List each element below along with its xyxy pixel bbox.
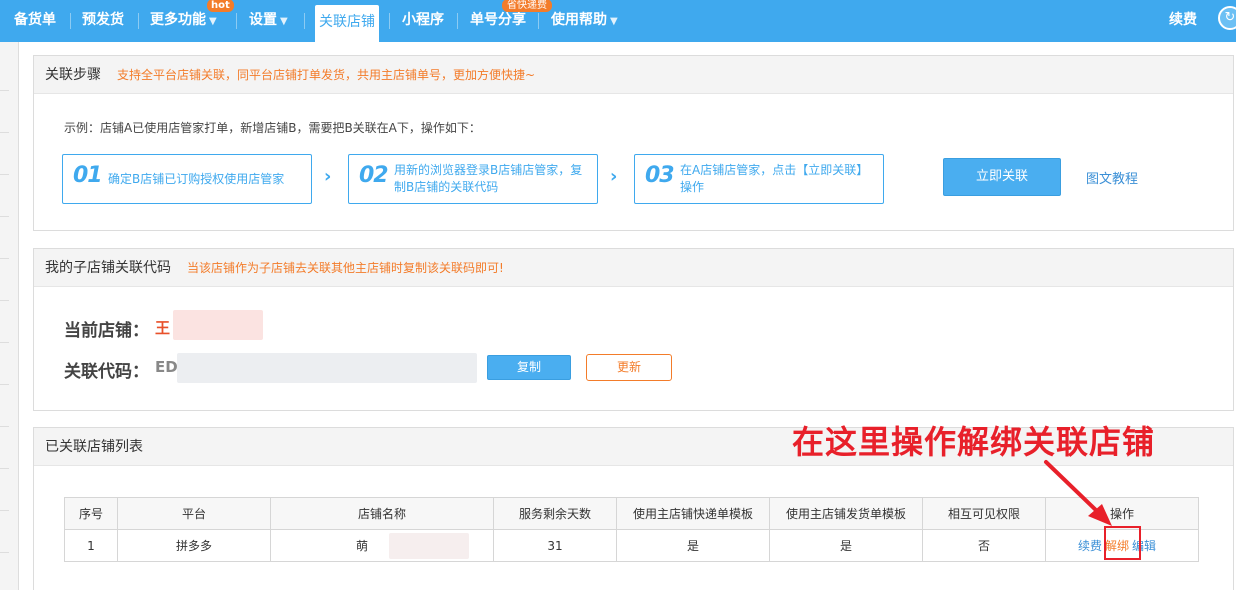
link-code-value: ED: [155, 358, 178, 376]
col-shipping-template: 使用主店铺发货单模板: [769, 497, 923, 530]
cell-days-left: 31: [493, 529, 617, 562]
step-text: 确定B店铺已订购授权使用店管家: [108, 171, 285, 186]
nav-item-pre-ship[interactable]: 预发货: [82, 0, 124, 42]
chevron-right-icon: ›: [324, 166, 332, 187]
nav-label: 设置: [249, 12, 277, 28]
step-card-1: 01 确定B店铺已订购授权使用店管家: [62, 154, 312, 204]
cell-index: 1: [64, 529, 118, 562]
step-text: 用新的浏览器登录B店铺店管家，复制B店铺的关联代码: [394, 163, 583, 194]
step-number: 02: [359, 163, 389, 188]
nav-label: 单号分享: [470, 12, 526, 28]
link-code-label: 关联代码：: [64, 362, 149, 382]
step-text: 在A店铺店管家，点击【立即关联】操作: [680, 163, 869, 194]
nav-item-mini-program[interactable]: 小程序: [402, 0, 444, 42]
tutorial-link[interactable]: 图文教程: [1086, 168, 1138, 187]
my-link-code-panel: 我的子店铺关联代码 当该店铺作为子店铺去关联其他主店铺时复制该关联码即可! 当前店…: [33, 248, 1234, 411]
nav-separator: [138, 13, 139, 29]
update-button[interactable]: 更新: [586, 354, 672, 381]
current-store-value: 王: [155, 319, 171, 337]
nav-item-stock-list[interactable]: 备货单: [14, 0, 56, 42]
col-days-left: 服务剩余天数: [493, 497, 617, 530]
save-fee-badge: 省快递费: [502, 0, 552, 12]
cell-platform: 拼多多: [117, 529, 271, 562]
nav-renew[interactable]: 续费: [1169, 0, 1197, 42]
link-steps-panel: 关联步骤 支持全平台店铺关联，同平台店铺打单发货，共用主店铺单号，更加方便快捷~ …: [33, 55, 1234, 231]
nav-item-linked-stores[interactable]: 关联店铺: [315, 5, 379, 42]
cell-shipping-template: 是: [769, 529, 923, 562]
cell-express-template: 是: [616, 529, 770, 562]
col-store-name: 店铺名称: [270, 497, 494, 530]
left-sidebar-edge: [0, 42, 19, 590]
nav-separator: [457, 13, 458, 29]
nav-label: 预发货: [82, 12, 124, 28]
annotation-arrow-icon: [1044, 460, 1112, 526]
nav-label: 使用帮助: [551, 12, 607, 28]
table-row: 1 拼多多 萌 31 是 是 否 续费 解绑 编辑: [64, 529, 1199, 562]
col-index: 序号: [64, 497, 118, 530]
unbind-highlight-box: [1104, 526, 1141, 560]
refresh-icon[interactable]: ↻: [1218, 6, 1236, 30]
chevron-down-icon: ▼: [280, 16, 288, 27]
current-store-label: 当前店铺：: [64, 321, 149, 341]
top-nav-bar: 备货单 预发货 更多功能 ▼ hot 设置 ▼ 关联店铺 小程序 单号分享 省快递费…: [0, 0, 1236, 42]
nav-label: 备货单: [14, 12, 56, 28]
redacted-link-code: [177, 353, 477, 383]
panel-header: 我的子店铺关联代码 当该店铺作为子店铺去关联其他主店铺时复制该关联码即可!: [34, 249, 1233, 287]
nav-separator: [236, 13, 237, 29]
link-now-button[interactable]: 立即关联: [943, 158, 1061, 196]
redacted-store-name: [389, 533, 469, 559]
redacted-store-name: [173, 310, 263, 340]
nav-label: 小程序: [402, 12, 444, 28]
panel-header: 关联步骤 支持全平台店铺关联，同平台店铺打单发货，共用主店铺单号，更加方便快捷~: [34, 56, 1233, 94]
step-card-2: 02 用新的浏览器登录B店铺店管家，复制B店铺的关联代码: [348, 154, 598, 204]
nav-separator: [389, 13, 390, 29]
cell-store-name: 萌: [270, 529, 494, 562]
nav-separator: [538, 13, 539, 29]
panel-hint: 当该店铺作为子店铺去关联其他主店铺时复制该关联码即可!: [187, 261, 504, 275]
renew-link[interactable]: 续费: [1078, 539, 1102, 553]
nav-item-help[interactable]: 使用帮助 ▼: [551, 0, 618, 42]
nav-separator: [70, 13, 71, 29]
nav-item-settings[interactable]: 设置 ▼: [249, 0, 288, 42]
col-platform: 平台: [117, 497, 271, 530]
panel-title: 我的子店铺关联代码: [45, 260, 171, 276]
panel-title: 已关联店铺列表: [45, 439, 143, 455]
panel-title: 关联步骤: [45, 67, 101, 83]
table-header-row: 序号 平台 店铺名称 服务剩余天数 使用主店铺快递单模板 使用主店铺发货单模板 …: [64, 497, 1199, 530]
store-name-text: 萌: [355, 539, 368, 553]
col-visibility: 相互可见权限: [922, 497, 1046, 530]
panel-hint: 支持全平台店铺关联，同平台店铺打单发货，共用主店铺单号，更加方便快捷~: [117, 68, 536, 82]
hot-badge: hot: [207, 0, 234, 12]
step-card-3: 03 在A店铺店管家，点击【立即关联】操作: [634, 154, 884, 204]
nav-label: 更多功能: [150, 12, 206, 28]
step-number: 03: [645, 163, 675, 188]
chevron-down-icon: ▼: [209, 16, 217, 27]
nav-label: 关联店铺: [319, 14, 375, 30]
col-express-template: 使用主店铺快递单模板: [616, 497, 770, 530]
example-text: 示例：店铺A已使用店管家打单，新增店铺B，需要把B关联在A下，操作如下：: [64, 121, 481, 135]
cell-visibility: 否: [922, 529, 1046, 562]
annotation-text: 在这里操作解绑关联店铺: [792, 423, 1156, 461]
copy-button[interactable]: 复制: [487, 355, 571, 380]
step-number: 01: [73, 163, 103, 188]
chevron-right-icon: ›: [610, 166, 618, 187]
linked-stores-table: 序号 平台 店铺名称 服务剩余天数 使用主店铺快递单模板 使用主店铺发货单模板 …: [64, 497, 1199, 562]
chevron-down-icon: ▼: [610, 16, 618, 27]
nav-separator: [304, 13, 305, 29]
